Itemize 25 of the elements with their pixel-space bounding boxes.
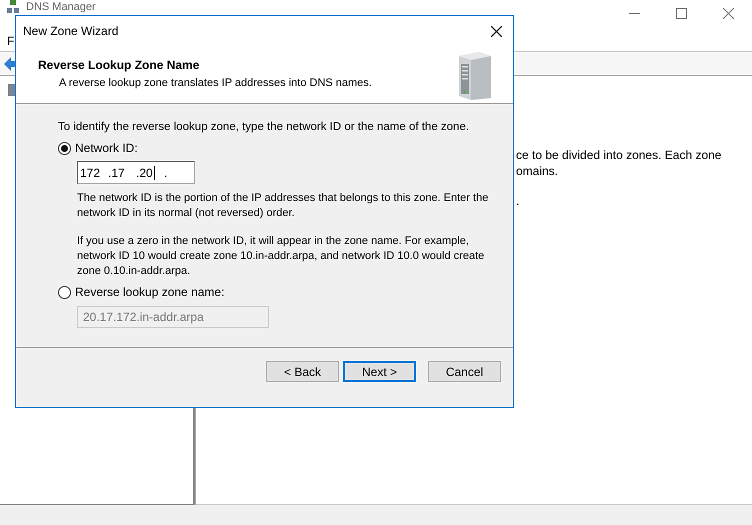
dns-tree-icon (6, 0, 20, 14)
wizard-button[interactable]: Next > (343, 361, 416, 382)
close-icon[interactable] (491, 26, 502, 36)
option-label[interactable]: Network ID: (75, 139, 138, 158)
ip-octet: .17 (108, 164, 125, 182)
minimize-icon[interactable] (629, 13, 640, 15)
page-title: Reverse Lookup Zone Name (38, 57, 200, 74)
dialog-title: New Zone Wizard (23, 23, 118, 40)
page-subtitle: A reverse lookup zone translates IP addresses into DNS names. (58, 76, 372, 91)
description-text: ce to be divided into zones. Each zone (516, 147, 722, 163)
instruction-text: To identify the reverse lookup zone, type the network ID or the name of the zone. (58, 120, 470, 135)
window-title: DNS Manager (26, 0, 96, 14)
help-text: If you use a zero in the network ID, it will appear in the zone name. For example, network ID 10 would create zone 10.in-addr.arpa, and network ID 10.0 would create zone 0.10.in-addr.arpa. (77, 234, 486, 280)
description-text: omains. (516, 163, 560, 179)
wizard-button[interactable]: Cancel (428, 361, 501, 382)
ip-octet: 172 (80, 164, 100, 182)
radio-button[interactable] (58, 142, 71, 155)
ip-octet: .20 (136, 164, 153, 182)
ip-address-field[interactable]: 172 .17 .20 . (77, 161, 195, 184)
wizard-button[interactable]: < Back (266, 361, 339, 382)
description-text: . (516, 193, 520, 209)
ip-octet: . (164, 164, 168, 182)
help-text: The network ID is the portion of the IP addresses that belongs to this zone. Enter the network ID in its normal (not reversed) order. (77, 191, 490, 222)
menu-item[interactable]: F (7, 32, 14, 50)
maximize-icon[interactable] (676, 8, 687, 19)
